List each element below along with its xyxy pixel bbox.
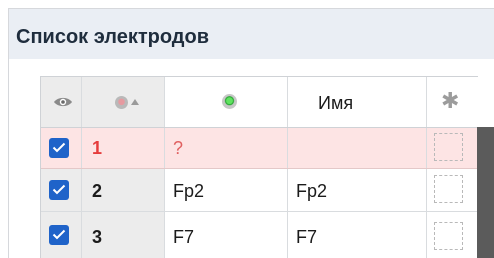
eye-icon	[54, 97, 72, 107]
electrode-label: ?	[173, 138, 184, 158]
visibility-checkbox[interactable]	[49, 138, 69, 158]
electrode-number: 1	[92, 138, 103, 158]
visibility-cell	[41, 169, 82, 211]
column-header-name-label: Имя	[318, 93, 354, 113]
label-cell[interactable]: Fp2	[165, 169, 288, 211]
settings-cell	[427, 169, 478, 211]
column-header-settings[interactable]: ✱	[427, 77, 478, 127]
electrode-label: Fp2	[173, 181, 205, 201]
visibility-checkbox[interactable]	[49, 180, 69, 200]
asterisk-icon: ✱	[441, 89, 460, 114]
column-header-visibility[interactable]	[41, 77, 82, 127]
electrode-number: 3	[92, 227, 103, 247]
settings-cell	[427, 212, 478, 258]
name-cell[interactable]: F7	[288, 212, 427, 258]
number-cell: 2	[82, 169, 165, 211]
table-row[interactable]: 1 ?	[41, 128, 478, 169]
visibility-cell	[41, 128, 82, 168]
panel-title: Список электродов	[16, 26, 210, 48]
table-row[interactable]: 3 F7 F7	[41, 212, 478, 258]
table-row[interactable]: 2 Fp2 Fp2	[41, 169, 478, 212]
name-cell[interactable]	[288, 128, 427, 168]
electrode-name: Fp2	[296, 181, 328, 201]
column-header-name[interactable]: Имя	[288, 77, 427, 127]
green-dot-icon	[222, 94, 237, 109]
vertical-scrollbar[interactable]	[477, 127, 494, 258]
sort-up-icon	[131, 99, 139, 105]
table-header-row: Имя ✱	[41, 77, 478, 128]
name-cell[interactable]: Fp2	[288, 169, 427, 211]
number-cell: 1	[82, 128, 165, 168]
electrode-name: F7	[296, 227, 318, 247]
visibility-cell	[41, 212, 82, 258]
empty-color-swatch[interactable]	[434, 222, 463, 250]
electrode-label: F7	[173, 227, 195, 247]
number-cell: 3	[82, 212, 165, 258]
empty-color-swatch[interactable]	[434, 175, 463, 203]
empty-color-swatch[interactable]	[434, 133, 463, 161]
grey-dot-icon	[115, 96, 128, 109]
label-cell[interactable]: F7	[165, 212, 288, 258]
electrode-table: Имя ✱ 1 ? 2 Fp2 Fp2 3 F7 F7	[40, 76, 478, 258]
visibility-checkbox[interactable]	[49, 225, 69, 245]
settings-cell	[427, 128, 478, 168]
column-header-number[interactable]	[82, 77, 165, 127]
column-header-status[interactable]	[165, 77, 288, 127]
electrode-number: 2	[92, 181, 103, 201]
label-cell[interactable]: ?	[165, 128, 288, 168]
